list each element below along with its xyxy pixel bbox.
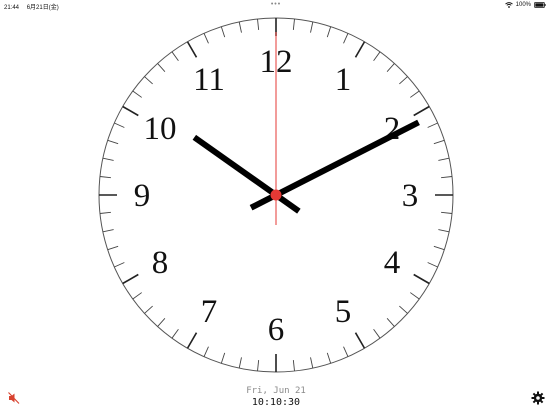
speaker-muted-icon: [8, 392, 20, 404]
footer-time: 10:10:30: [251, 397, 301, 408]
numeral-9: 9: [134, 178, 151, 214]
mute-button[interactable]: [7, 391, 21, 405]
footer-date: Fri, Jun 21: [246, 386, 306, 396]
numeral-3: 3: [402, 178, 419, 214]
numeral-8: 8: [152, 245, 169, 281]
numeral-6: 6: [268, 312, 285, 348]
gear-icon: [531, 391, 545, 405]
center-cap: [270, 189, 282, 201]
numeral-7: 7: [201, 294, 218, 330]
numeral-10: 10: [143, 111, 176, 147]
settings-button[interactable]: [531, 391, 545, 405]
numeral-11: 11: [193, 62, 225, 98]
numeral-5: 5: [335, 294, 352, 330]
numeral-1: 1: [335, 62, 352, 98]
numeral-4: 4: [384, 245, 401, 281]
analog-clock: 12 1234567891011: [98, 17, 454, 373]
